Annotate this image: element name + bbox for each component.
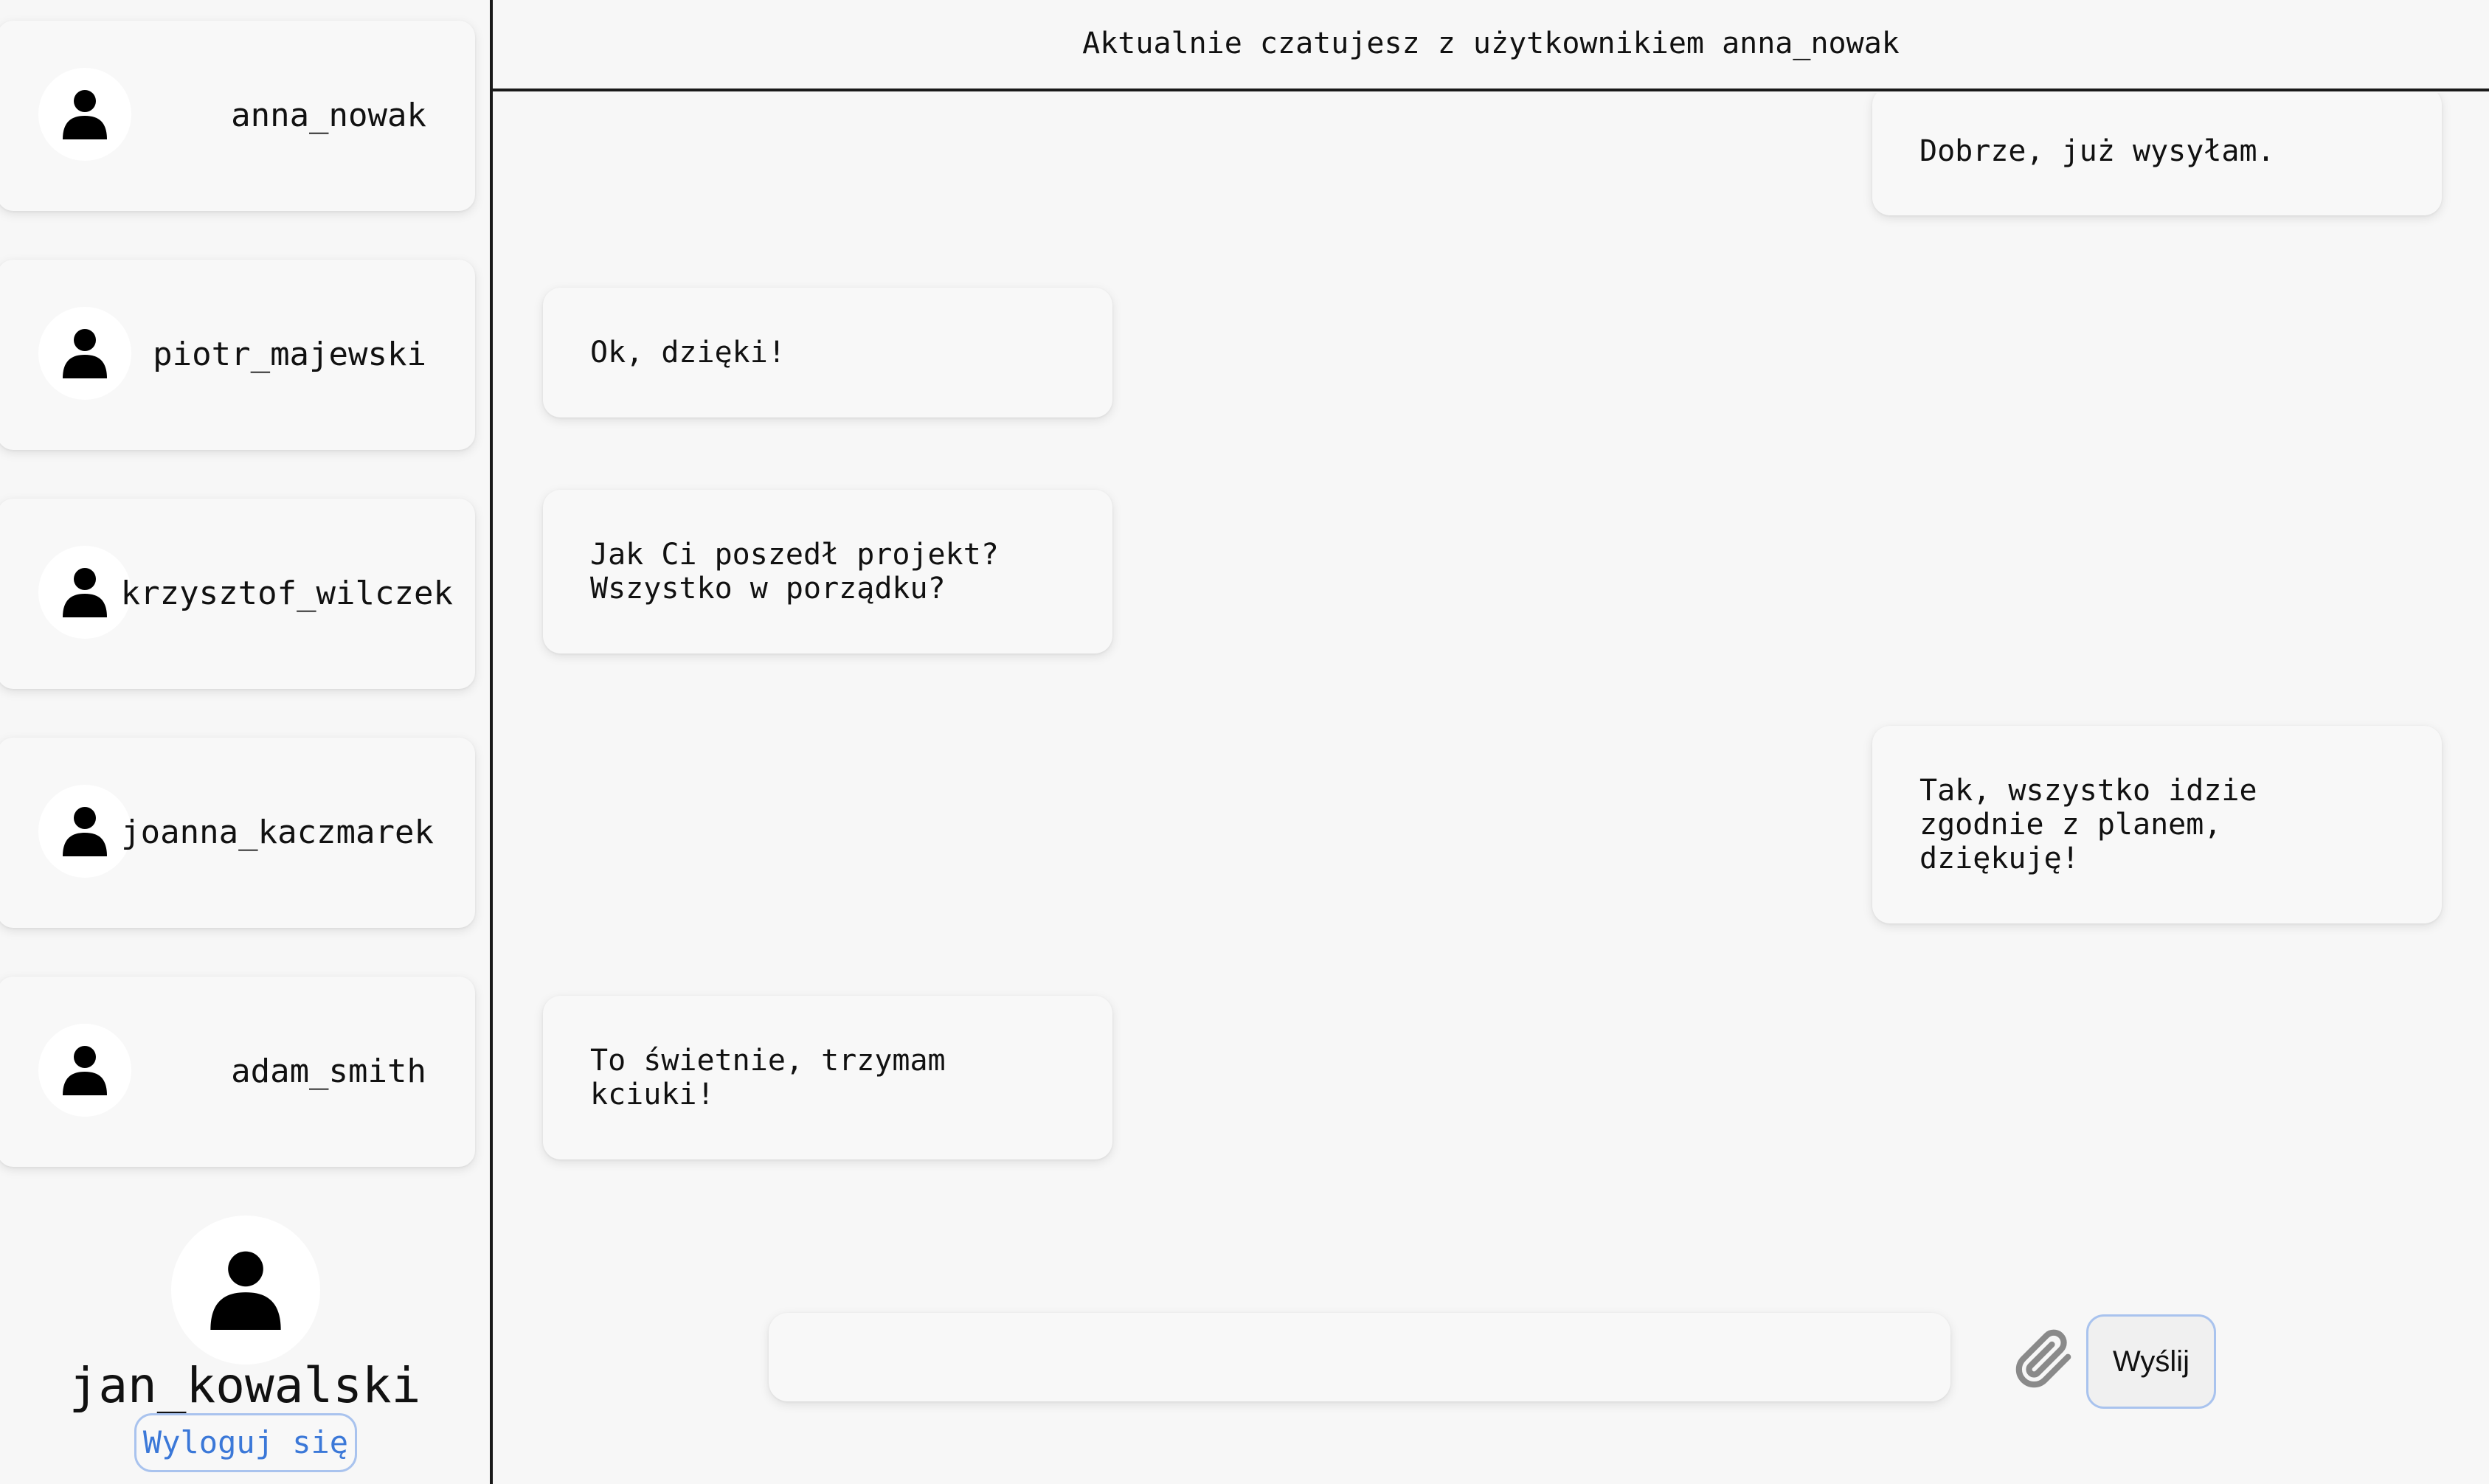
message-incoming: Ok, dzięki! bbox=[543, 288, 1112, 417]
send-button[interactable]: Wyślij bbox=[2086, 1314, 2216, 1409]
contact-name: piotr_majewski bbox=[153, 336, 426, 373]
user-avatar-icon bbox=[171, 1216, 320, 1365]
message-outgoing: Dobrze, już wysyłam. bbox=[1872, 93, 2442, 215]
message-outgoing: Tak, wszystko idzie zgodnie z planem, dz… bbox=[1872, 726, 2442, 923]
message-input[interactable] bbox=[769, 1313, 1950, 1401]
paperclip-icon[interactable] bbox=[2011, 1326, 2077, 1393]
current-user-panel: jan_kowalski Wyloguj się bbox=[0, 1210, 490, 1484]
contact-item-adam-smith[interactable]: adam_smith bbox=[0, 977, 475, 1167]
contact-name: joanna_kaczmarek bbox=[121, 814, 434, 851]
sidebar: anna_nowak piotr_majewski krzysztof_wilc… bbox=[0, 0, 493, 1484]
user-icon bbox=[38, 546, 131, 639]
user-icon bbox=[38, 307, 131, 400]
chat-panel: Aktualnie czatujesz z użytkownikiem anna… bbox=[493, 0, 2489, 1484]
contact-item-piotr-majewski[interactable]: piotr_majewski bbox=[0, 260, 475, 450]
current-username: jan_kowalski bbox=[69, 1357, 421, 1414]
chat-app: anna_nowak piotr_majewski krzysztof_wilc… bbox=[0, 0, 2489, 1484]
message-list[interactable]: Dobrze, już wysyłam. Ok, dzięki! Jak Ci … bbox=[493, 93, 2489, 1347]
contact-name: krzysztof_wilczek bbox=[120, 575, 453, 612]
logout-button[interactable]: Wyloguj się bbox=[134, 1413, 357, 1472]
chat-header: Aktualnie czatujesz z użytkownikiem anna… bbox=[493, 0, 2489, 91]
contact-item-krzysztof-wilczek[interactable]: krzysztof_wilczek bbox=[0, 499, 475, 689]
contact-item-anna-nowak[interactable]: anna_nowak bbox=[0, 21, 475, 211]
message-composer: Wyślij bbox=[493, 1298, 2489, 1416]
contact-name: adam_smith bbox=[231, 1053, 426, 1090]
message-incoming: To świetnie, trzymam kciuki! bbox=[543, 996, 1112, 1159]
contact-name: anna_nowak bbox=[231, 97, 426, 134]
message-incoming: Jak Ci poszedł projekt? Wszystko w porzą… bbox=[543, 490, 1112, 653]
user-icon bbox=[38, 785, 131, 878]
user-icon bbox=[38, 68, 131, 161]
user-icon bbox=[38, 1024, 131, 1117]
contact-item-joanna-kaczmarek[interactable]: joanna_kaczmarek bbox=[0, 738, 475, 928]
